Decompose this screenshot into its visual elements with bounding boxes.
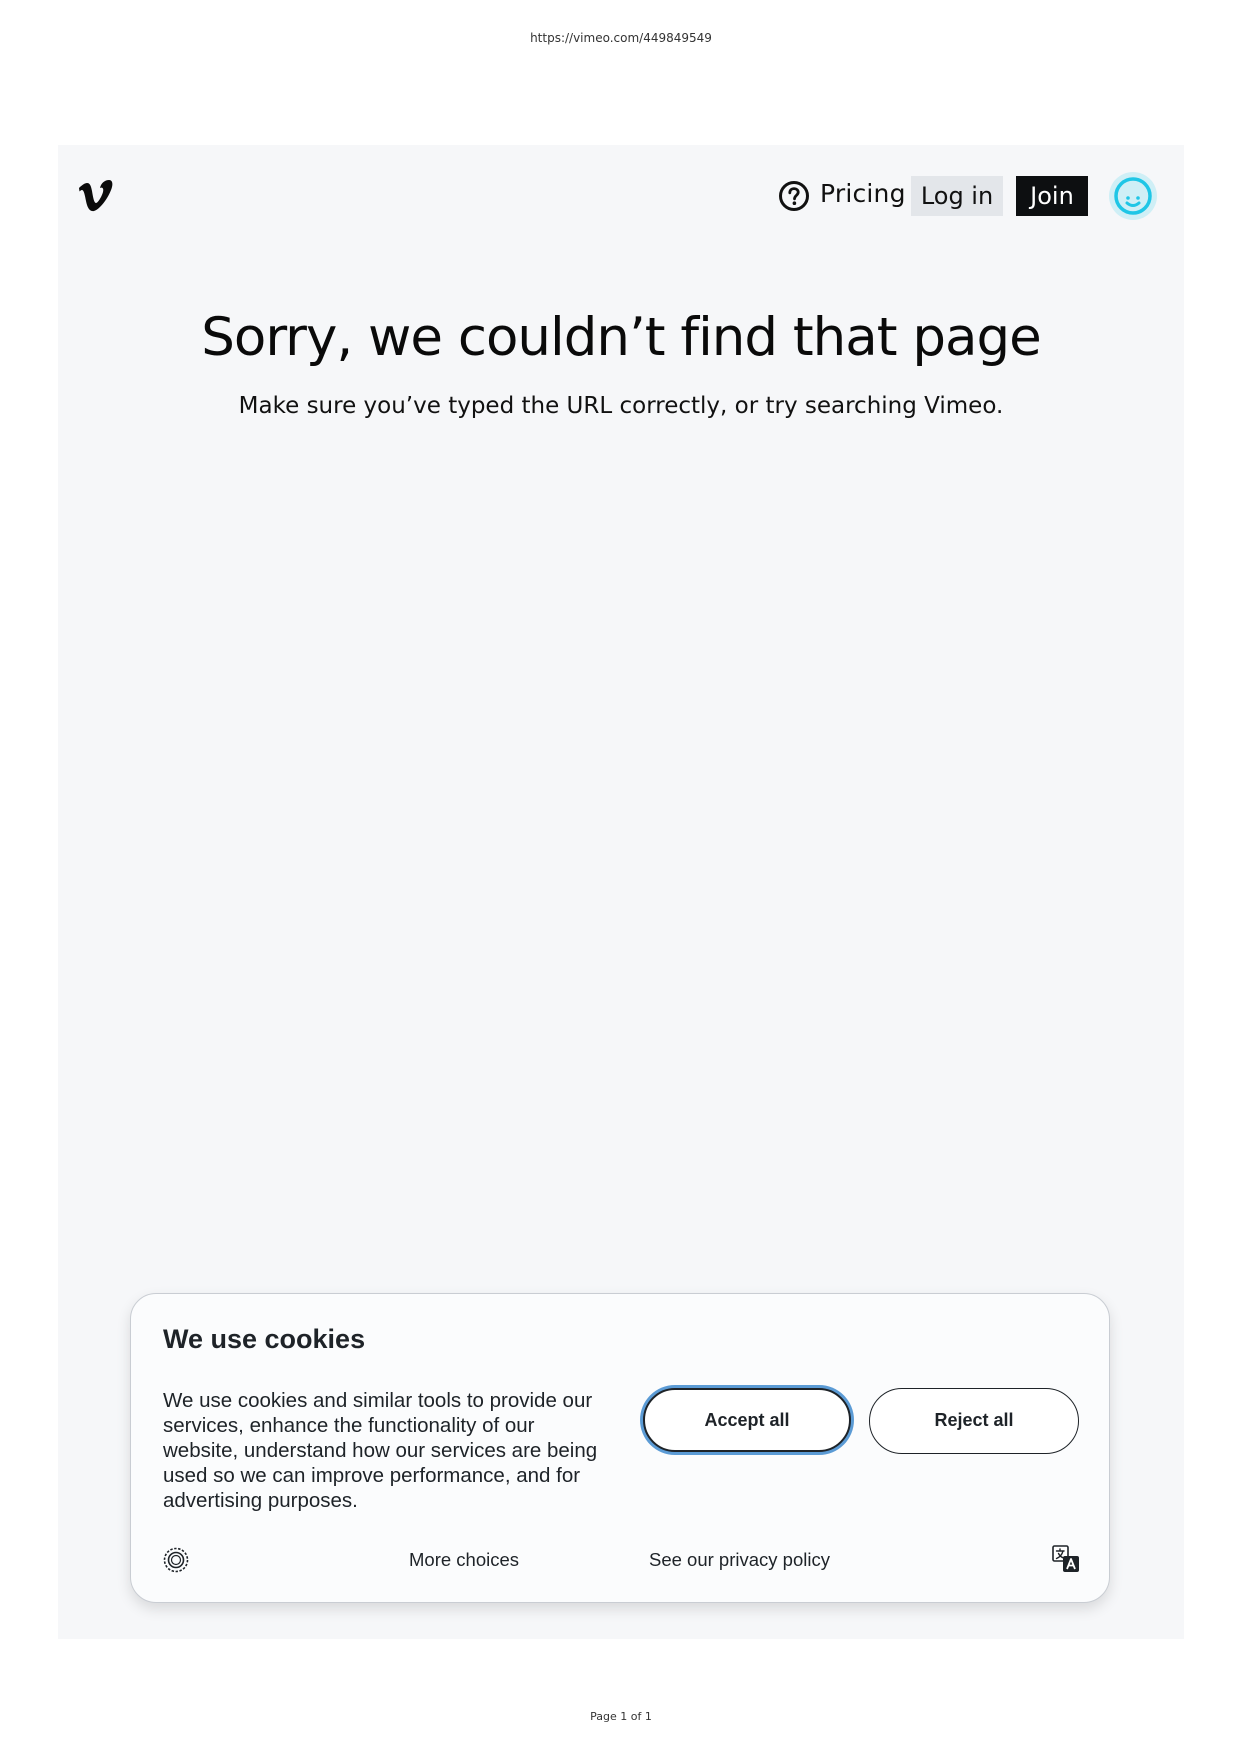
more-choices-link[interactable]: More choices [409, 1549, 519, 1571]
page-title: Sorry, we couldn’t find that page [201, 307, 1041, 368]
question-circle-icon[interactable] [778, 180, 810, 212]
nav-pricing-link[interactable]: Pricing [820, 176, 906, 212]
accept-all-button[interactable]: Accept all [643, 1388, 851, 1452]
vimeo-logo-icon[interactable] [77, 179, 113, 213]
print-page-number: Page 1 of 1 [590, 1710, 652, 1723]
privacy-policy-link[interactable]: See our privacy policy [649, 1549, 830, 1571]
cookie-banner-title: We use cookies [163, 1324, 366, 1354]
translate-icon[interactable] [1051, 1544, 1081, 1574]
cookie-banner-body: We use cookies and similar tools to prov… [163, 1389, 598, 1512]
cookie-banner: We use cookies We use cookies and simila… [130, 1293, 1110, 1603]
page-frame: Pricing Log in Join Sorry, we couldn’t f… [58, 145, 1184, 1639]
reject-all-button[interactable]: Reject all [869, 1388, 1079, 1454]
login-button[interactable]: Log in [911, 176, 1003, 216]
join-button[interactable]: Join [1016, 176, 1088, 216]
print-url: https://vimeo.com/449849549 [530, 31, 712, 45]
page-subtitle: Make sure you’ve typed the URL correctly… [238, 393, 1004, 419]
consent-badge-icon[interactable] [163, 1547, 189, 1573]
smiley-avatar-icon[interactable] [1108, 171, 1158, 221]
